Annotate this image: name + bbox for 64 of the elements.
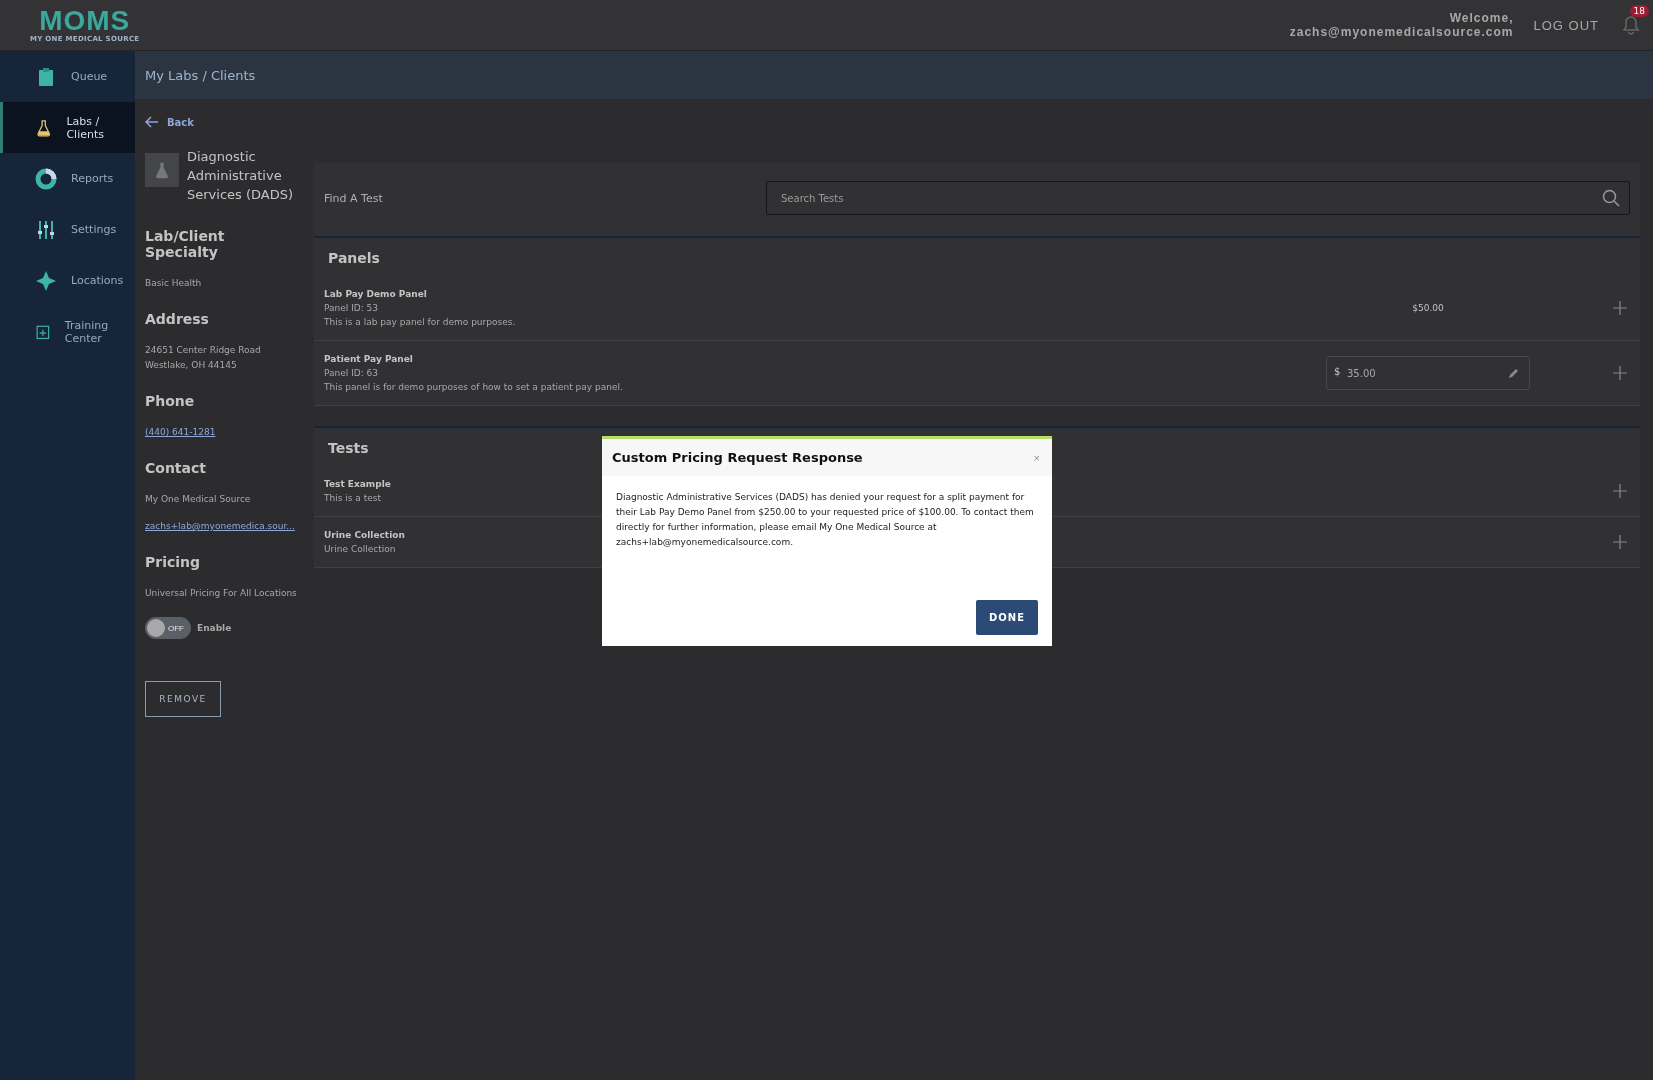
breadcrumb: My Labs / Clients [145,67,256,83]
sliders-icon [35,218,57,241]
sidebar-item[interactable]: Reports [0,153,135,204]
phone-link[interactable]: (440) 641-1281 [145,425,216,440]
panel-id: Panel ID: 53 [324,302,379,315]
section-heading: Address [145,311,209,327]
panel-description: This panel is for demo purposes of how to set a patient pay panel. [324,381,623,394]
info-text: 24651 Center Ridge Road [145,344,261,357]
dialog-message: Diagnostic Administrative Services (DADS) has denied your request for a split payment for their Lab Pay Demo Panel from $250.00 to your requested price of $100.00. To contact them directly for further information, please email My One Medical Source at zachs+lab@myonemedicalsource.com. [616,491,1035,549]
section-title: Panels [327,249,381,268]
flask-icon [153,161,171,179]
user-email: zachs@myonemedicalsource.com [1289,25,1514,39]
panel-description: This is a lab pay panel for demo purposes. [324,316,516,329]
lab-name: Diagnostic Administrative Services (DADS) [187,148,295,204]
donut-chart-icon [35,167,57,190]
add-button[interactable] [1610,298,1630,318]
sidebar-item[interactable]: Training Center [0,306,135,357]
info-text: Westlake, OH 44145 [145,359,237,372]
test-name: Urine Collection [324,529,405,542]
back-arrow-icon [145,116,159,128]
search-icon [1602,189,1620,207]
sidebar-item[interactable]: Queue [0,51,135,102]
add-button[interactable] [1610,481,1630,501]
back-link[interactable]: Back [145,111,194,133]
section-heading: Phone [145,393,195,409]
bell-icon[interactable] [1621,15,1641,35]
notification-badge: 18 [1629,5,1649,17]
plus-icon [1613,484,1627,498]
dialog-title: Custom Pricing Request Response [612,450,863,465]
panel-name: Patient Pay Panel [324,353,413,366]
sidebar-item[interactable]: Locations [0,255,135,306]
toggle-switch[interactable]: OFF [145,617,191,639]
info-text: Universal Pricing For All Locations [145,587,297,600]
test-description: This is a test [324,492,381,505]
section-heading: Contact [145,460,206,476]
section-heading: Pricing [145,554,201,570]
welcome-text: Welcome, [1449,11,1514,25]
plus-icon [1613,366,1627,380]
plus-icon [1613,535,1627,549]
plus-icon [1613,301,1627,315]
sidebar-item[interactable]: Labs / Clients [0,102,135,153]
section-title: Tests [327,439,370,458]
panel-price: $50.00 [1411,303,1445,313]
currency-symbol: $ [1334,366,1341,377]
section-heading: Lab/Client Specialty [145,228,226,260]
done-button[interactable]: DONE [976,600,1038,635]
info-text: My One Medical Source [145,493,251,506]
add-button[interactable] [1610,363,1630,383]
add-button[interactable] [1610,532,1630,552]
panel-id: Panel ID: 63 [324,367,379,380]
find-test-label: Find A Test [324,191,383,205]
star-icon [35,269,57,292]
email-link[interactable]: zachs+lab@myonemedica.sour... [145,519,295,534]
test-name: Test Example [324,478,391,491]
logout-link[interactable]: LOG OUT [1533,17,1599,33]
search-field[interactable]: Search Tests [766,181,1630,215]
test-description: Urine Collection [324,543,396,556]
panel-name: Lab Pay Demo Panel [324,288,427,301]
toggle-label: Enable [197,623,232,633]
remove-button[interactable]: REMOVE [145,681,221,717]
info-text: Basic Health [145,277,202,290]
sidebar-item[interactable]: Settings [0,204,135,255]
logo: MOMS [39,7,131,35]
pencil-icon [1508,367,1520,379]
